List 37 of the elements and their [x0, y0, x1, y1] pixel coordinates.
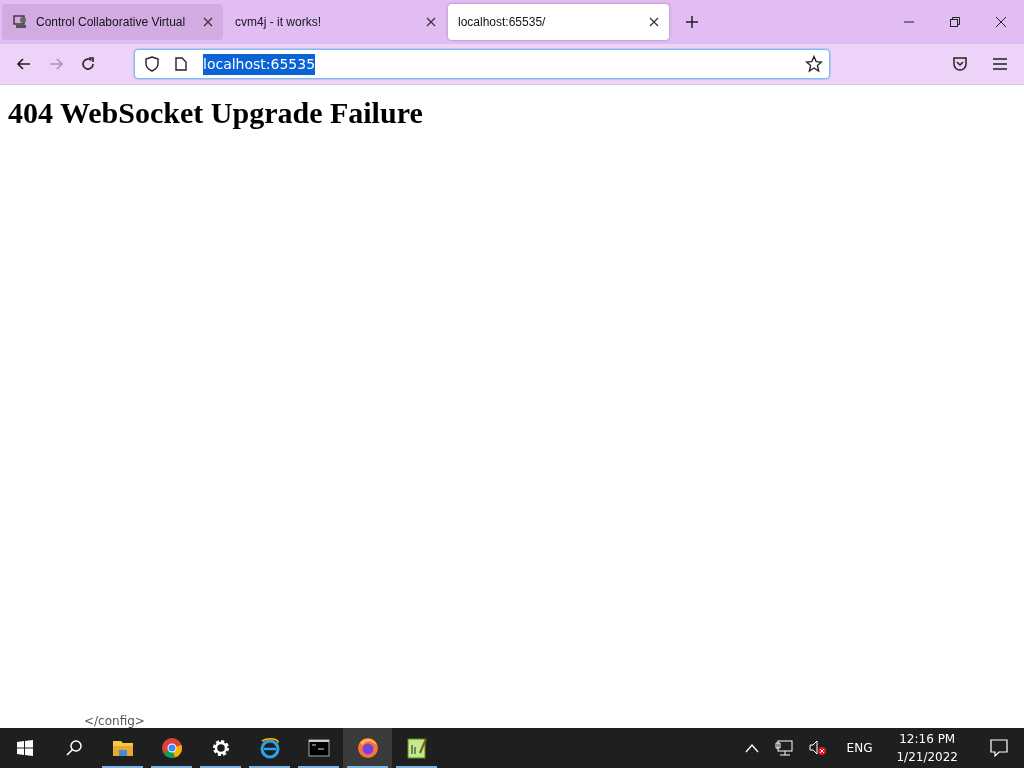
notepad-icon[interactable]: [405, 737, 428, 759]
page-icon: [175, 57, 187, 71]
menu-icon[interactable]: [993, 58, 1007, 70]
ghost-text: </config>: [84, 714, 145, 728]
clock-time[interactable]: 12:16 PM: [899, 730, 956, 748]
star-icon[interactable]: [805, 55, 823, 73]
volume-muted-icon[interactable]: [808, 740, 827, 756]
computer-icon: [12, 14, 28, 30]
browser-logo-icon[interactable]: [356, 737, 379, 759]
tab-title: localhost:65535/: [458, 14, 547, 31]
network-icon[interactable]: [774, 740, 793, 756]
close-icon[interactable]: [995, 16, 1007, 28]
browser-tab[interactable]: localhost:65535/: [448, 4, 669, 40]
new-tab-icon[interactable]: [685, 15, 699, 29]
language-indicator[interactable]: ENG: [846, 739, 873, 757]
close-icon[interactable]: [649, 17, 659, 27]
restore-icon[interactable]: [949, 16, 961, 28]
windows-start-icon[interactable]: [16, 740, 33, 756]
notification-icon[interactable]: [990, 739, 1008, 757]
terminal-icon[interactable]: [307, 737, 330, 759]
browser-tab[interactable]: cvm4j - it works!: [225, 4, 446, 40]
browser-tab[interactable]: Control Collaborative Virtual: [2, 4, 223, 40]
page-heading: 404 WebSocket Upgrade Failure: [8, 95, 424, 131]
clock-date[interactable]: 1/21/2022: [896, 748, 958, 766]
shield-icon: [145, 56, 159, 72]
close-icon[interactable]: [203, 17, 213, 27]
tab-title: cvm4j - it works!: [235, 14, 322, 31]
pocket-icon[interactable]: [952, 56, 968, 72]
address-bar[interactable]: localhost:65535: [134, 49, 830, 79]
url-text: localhost:65535: [203, 53, 316, 75]
browser-logo-icon[interactable]: [258, 737, 281, 759]
search-icon[interactable]: [64, 739, 83, 757]
chevron-up-icon[interactable]: [744, 743, 759, 753]
close-icon[interactable]: [426, 17, 436, 27]
browser-logo-icon[interactable]: [160, 737, 183, 759]
tab-title: Control Collaborative Virtual: [36, 14, 187, 31]
reload-icon[interactable]: [79, 55, 97, 73]
